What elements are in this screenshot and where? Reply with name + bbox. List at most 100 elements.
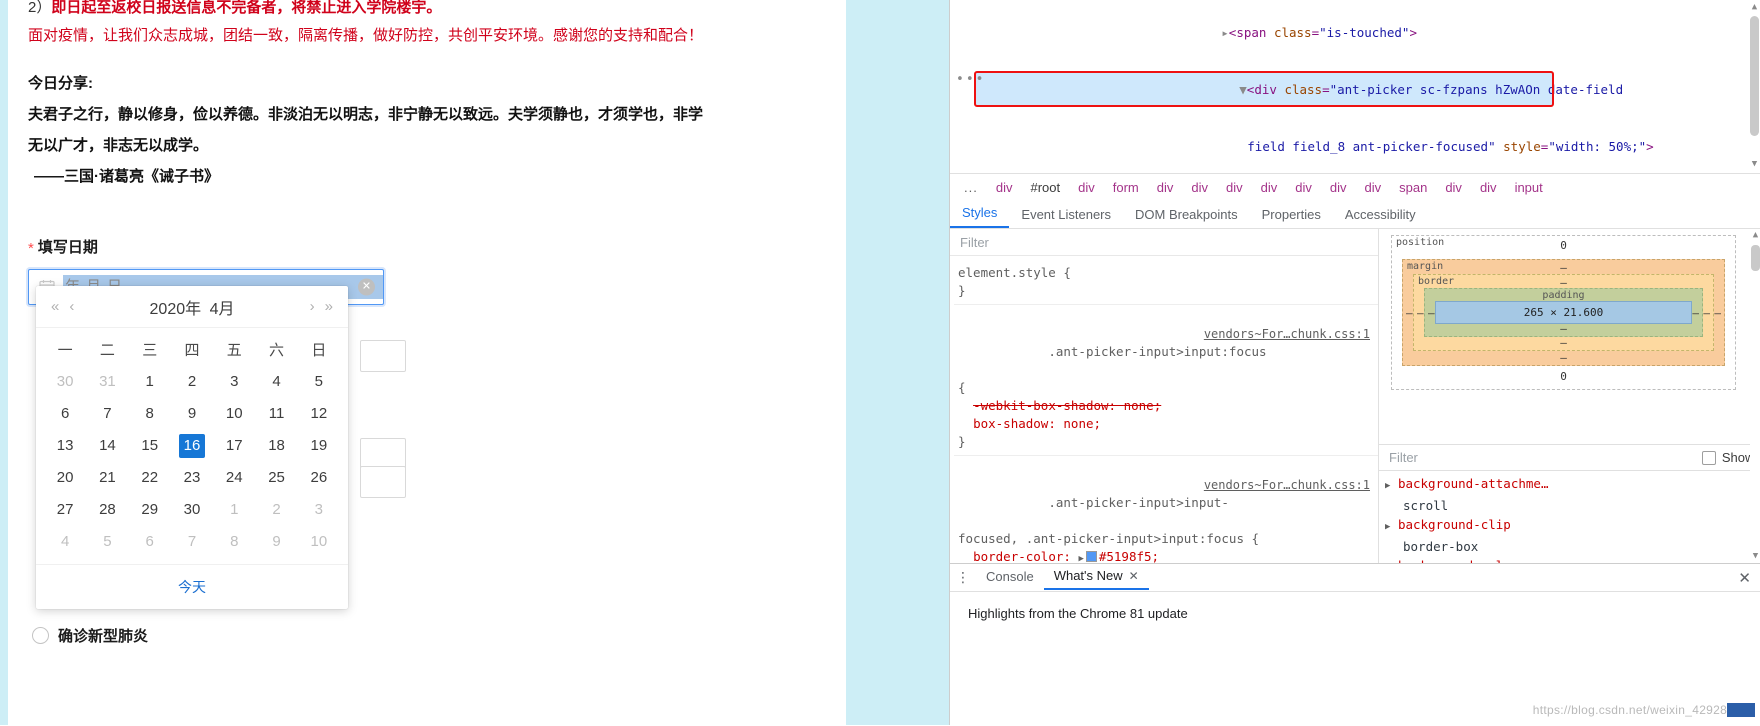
- box-model-content[interactable]: 265 × 21.600: [1435, 301, 1692, 324]
- calendar-day[interactable]: 18: [264, 434, 290, 458]
- radio-row-confirmed[interactable]: 确诊新型肺炎: [32, 625, 148, 646]
- drawer-tab-bar[interactable]: ⋮ Console What's New ✕ ✕: [950, 564, 1760, 592]
- breadcrumb-item-div-1[interactable]: div: [987, 180, 1022, 195]
- dom-tree-scrollbar[interactable]: ▲ ▼: [1750, 2, 1759, 170]
- calendar-day[interactable]: 23: [179, 466, 205, 490]
- calendar-day-cell[interactable]: 11: [255, 398, 297, 430]
- css-rule-input-focus[interactable]: vendors~For…chunk.css:1 .ant-picker-inpu…: [954, 305, 1378, 456]
- breadcrumb-item-div-3[interactable]: div: [1069, 180, 1104, 195]
- computed-properties-list[interactable]: ▶ background-attachme… scroll ▶ backgroun…: [1379, 470, 1760, 563]
- prev-month-button[interactable]: ‹: [64, 298, 79, 315]
- calendar-day-cell[interactable]: 3: [213, 366, 255, 398]
- css-declaration[interactable]: box-shadow: none;: [958, 415, 1378, 433]
- dom-line[interactable]: ▸<span class="is-touched">: [950, 4, 1760, 61]
- calendar-day-cell[interactable]: 22: [129, 462, 171, 494]
- breadcrumb[interactable]: ... div #root div form div div div div div div div s…: [950, 173, 1760, 202]
- dom-line[interactable]: ▼<div class="ant-picker sc-fzpans hZwAOn…: [950, 61, 1760, 118]
- tab-whats-new[interactable]: What's New ✕: [1043, 565, 1149, 590]
- calendar-day-cell[interactable]: 3: [298, 494, 340, 526]
- computed-pane[interactable]: position 0 margin – border – padding – –: [1379, 229, 1760, 563]
- calendar-day-cell[interactable]: 10: [213, 398, 255, 430]
- next-year-button[interactable]: »: [320, 298, 338, 315]
- calendar-day-cell[interactable]: 4: [44, 526, 86, 558]
- breadcrumb-item-input-15[interactable]: input: [1506, 180, 1552, 195]
- calendar-day[interactable]: 13: [52, 434, 78, 458]
- calendar-day[interactable]: 4: [264, 370, 290, 394]
- calendar-day-cell[interactable]: 16: [171, 430, 213, 462]
- more-tools-icon[interactable]: ⋮: [950, 569, 976, 586]
- checkbox-icon[interactable]: [1701, 450, 1716, 465]
- tab-console[interactable]: Console: [976, 566, 1044, 589]
- breadcrumb-item-div-9[interactable]: div: [1286, 180, 1321, 195]
- styles-filter-bar[interactable]: Filter: [950, 229, 1378, 256]
- calendar-day[interactable]: 12: [306, 402, 332, 426]
- calendar-day[interactable]: 15: [137, 434, 163, 458]
- calendar-day-cell[interactable]: 27: [44, 494, 86, 526]
- calendar-day[interactable]: 2: [179, 370, 205, 394]
- breadcrumb-item-root-2[interactable]: #root: [1021, 180, 1069, 195]
- calendar-day-cell[interactable]: 9: [171, 398, 213, 430]
- tab-accessibility[interactable]: Accessibility: [1333, 203, 1428, 228]
- calendar-day[interactable]: 21: [94, 466, 120, 490]
- calendar-day[interactable]: 5: [306, 370, 332, 394]
- calendar-day-cell[interactable]: 14: [86, 430, 128, 462]
- close-tab-icon[interactable]: ✕: [1129, 569, 1139, 583]
- computed-item[interactable]: ▶ background-clip border-box: [1379, 515, 1760, 556]
- calendar-day-cell[interactable]: 6: [44, 398, 86, 430]
- calendar-day-cell[interactable]: 31: [86, 366, 128, 398]
- breadcrumb-item-div-6[interactable]: div: [1182, 180, 1217, 195]
- calendar-day-cell[interactable]: 15: [129, 430, 171, 462]
- calendar-day-cell[interactable]: 6: [129, 526, 171, 558]
- computed-scrollbar[interactable]: ▲ ▼: [1750, 229, 1760, 563]
- calendar-day[interactable]: 9: [264, 530, 290, 554]
- breadcrumb-item-div-13[interactable]: div: [1436, 180, 1471, 195]
- calendar-day-cell[interactable]: 8: [213, 526, 255, 558]
- calendar-day-cell[interactable]: 7: [171, 526, 213, 558]
- calendar-day[interactable]: 5: [94, 530, 120, 554]
- tab-event-listeners[interactable]: Event Listeners: [1009, 203, 1123, 228]
- scroll-up-arrow[interactable]: ▲: [1750, 229, 1760, 242]
- calendar-day-cell[interactable]: 30: [44, 366, 86, 398]
- calendar-day[interactable]: 19: [306, 434, 332, 458]
- breadcrumb-item-div-5[interactable]: div: [1148, 180, 1183, 195]
- calendar-day[interactable]: 24: [221, 466, 247, 490]
- calendar-day[interactable]: 9: [179, 402, 205, 426]
- css-source-link[interactable]: vendors~For…chunk.css:1: [1204, 325, 1370, 343]
- calendar-day-cell[interactable]: 4: [255, 366, 297, 398]
- prev-year-button[interactable]: «: [46, 298, 64, 315]
- computed-filter-input[interactable]: Filter: [1389, 450, 1418, 465]
- sidebar-tabs[interactable]: Styles Event Listeners DOM Breakpoints Prop…: [950, 200, 1760, 229]
- calendar-day[interactable]: 30: [179, 498, 205, 522]
- css-rule-input-focused[interactable]: vendors~For…chunk.css:1 .ant-picker-inpu…: [954, 456, 1378, 563]
- calendar-day[interactable]: 26: [306, 466, 332, 490]
- css-declaration[interactable]: border-color: ▶ #5198f5;: [958, 548, 1378, 563]
- calendar-day[interactable]: 25: [264, 466, 290, 490]
- calendar-day[interactable]: 3: [306, 498, 332, 522]
- scroll-down-arrow[interactable]: ▼: [1750, 159, 1759, 170]
- scroll-down-arrow[interactable]: ▼: [1750, 550, 1760, 563]
- calendar-day[interactable]: 7: [179, 530, 205, 554]
- calendar-day[interactable]: 31: [94, 370, 120, 394]
- calendar-day[interactable]: 2: [264, 498, 290, 522]
- next-month-button[interactable]: ›: [305, 298, 320, 315]
- calendar-day-cell[interactable]: 12: [298, 398, 340, 430]
- breadcrumb-item-div-8[interactable]: div: [1252, 180, 1287, 195]
- computed-filter-bar[interactable]: Filter Show all: [1379, 444, 1760, 471]
- scrollbar-thumb[interactable]: [1751, 245, 1760, 271]
- scroll-up-arrow[interactable]: ▲: [1750, 2, 1759, 13]
- calendar-day-cell[interactable]: 25: [255, 462, 297, 494]
- calendar-day-cell[interactable]: 5: [298, 366, 340, 398]
- calendar-day[interactable]: 1: [221, 498, 247, 522]
- radio-icon[interactable]: [32, 627, 49, 644]
- date-picker-dropdown[interactable]: « ‹ 2020年 4月 › » 一二三四五六日 30 31 1 2 3 4 5 6 7 8 9 10…: [36, 286, 348, 609]
- calendar-day[interactable]: 17: [221, 434, 247, 458]
- dom-tree[interactable]: ▸<span class="is-touched"> ▼<div class="…: [950, 0, 1760, 172]
- css-source-link[interactable]: vendors~For…chunk.css:1: [1204, 476, 1370, 494]
- breadcrumb-item-div-14[interactable]: div: [1471, 180, 1506, 195]
- calendar-day-cell[interactable]: 20: [44, 462, 86, 494]
- clear-icon[interactable]: ✕: [358, 278, 375, 296]
- calendar-day-cell[interactable]: 8: [129, 398, 171, 430]
- today-link[interactable]: 今天: [178, 577, 206, 597]
- calendar-day[interactable]: 6: [52, 402, 78, 426]
- tab-properties[interactable]: Properties: [1250, 203, 1333, 228]
